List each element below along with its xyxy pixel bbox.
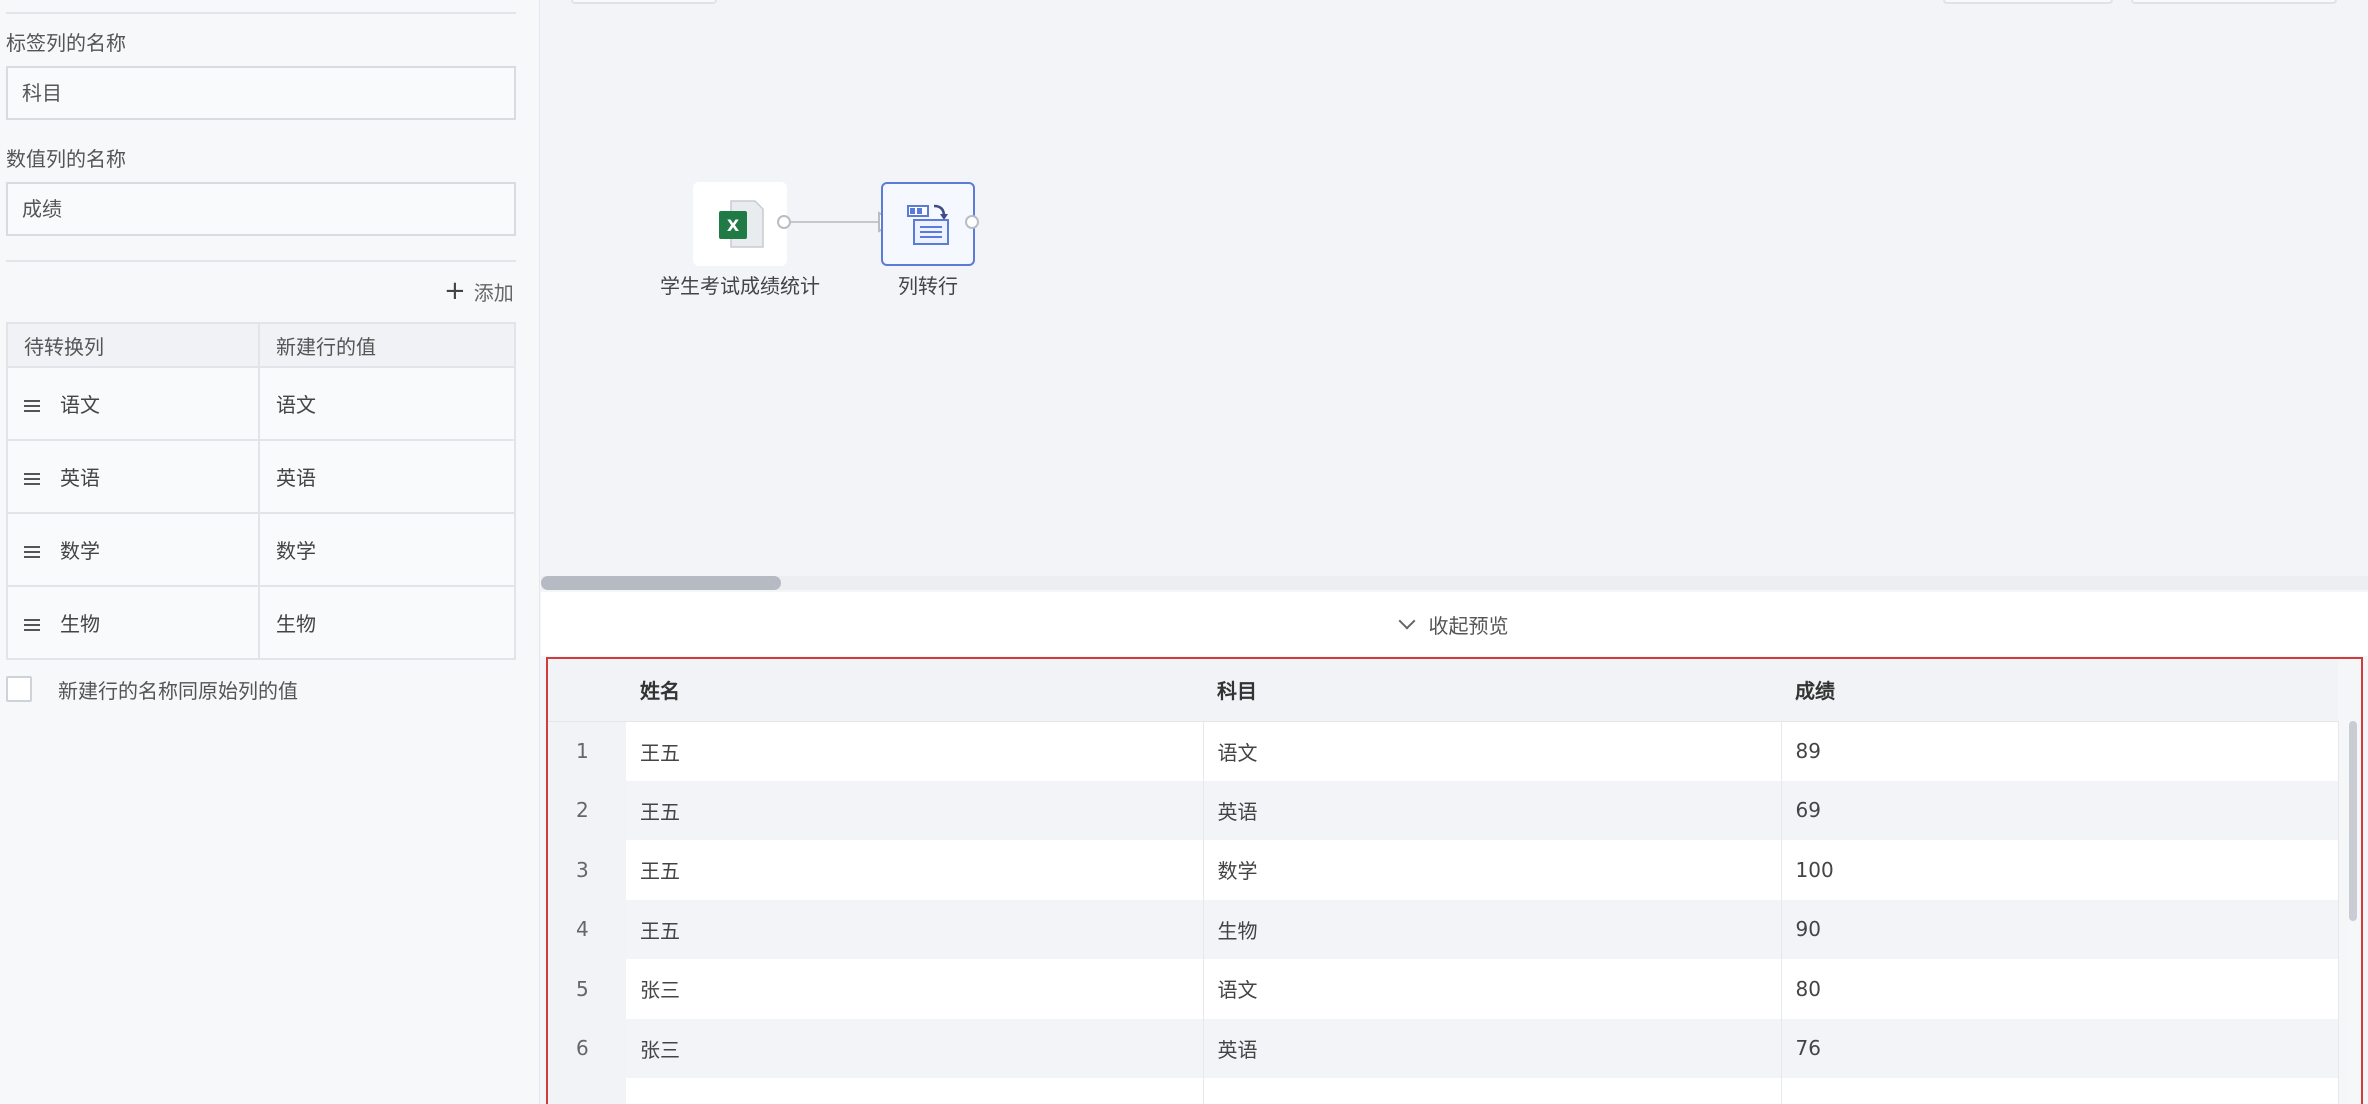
mapping-row[interactable]: 数学 数学 (6, 512, 516, 587)
column-header-subject[interactable]: 科目 (1203, 659, 1781, 722)
mapping-value-cell[interactable]: 生物 (258, 585, 516, 660)
preview-table: 姓名 科目 成绩 1 王五 语文 89 2 王五 英语 69 3 王五 数学 1… (548, 659, 2339, 1104)
row-index: 5 (548, 959, 626, 1019)
column-to-row-node-label: 列转行 (898, 274, 958, 298)
add-label: 添加 (473, 280, 514, 305)
mapping-source-cell[interactable]: 数学 (6, 512, 260, 587)
value-column-title: 数值列的名称 (6, 147, 126, 171)
label-column-title: 标签列的名称 (6, 31, 126, 55)
canvas-scrollbar-track[interactable] (541, 576, 2368, 590)
value-column-input[interactable]: 成绩 (6, 182, 516, 236)
plus-icon: + (444, 276, 466, 306)
output-port[interactable] (777, 215, 791, 229)
index-header (548, 659, 626, 722)
excel-source-node[interactable]: X (693, 182, 787, 266)
cell-subject: 语文 (1203, 959, 1782, 1019)
same-name-option[interactable]: 新建行的名称同原始列的值 (6, 674, 298, 704)
cell-score: 76 (1781, 1018, 2339, 1078)
chevron-down-icon (1398, 612, 1415, 630)
same-name-checkbox-label: 新建行的名称同原始列的值 (58, 678, 298, 703)
row-index: 4 (548, 899, 626, 959)
preview-table-panel: 姓名 科目 成绩 1 王五 语文 89 2 王五 英语 69 3 王五 数学 1… (546, 657, 2363, 1104)
mapping-source-label: 生物 (60, 612, 100, 636)
cell-score (1781, 1078, 2339, 1104)
svg-text:X: X (727, 216, 740, 235)
cell-score: 100 (1781, 840, 2339, 900)
table-row: 3 王五 数学 100 (548, 840, 2339, 900)
table-row: 6 张三 英语 76 (548, 1018, 2339, 1078)
mapping-source-cell[interactable]: 英语 (6, 439, 260, 514)
mapping-source-label: 数学 (60, 539, 100, 563)
divider (6, 12, 516, 14)
excel-file-icon: X (719, 200, 764, 248)
mapping-row[interactable]: 生物 生物 (6, 585, 516, 660)
cell-score: 80 (1781, 959, 2339, 1019)
toolbar-button[interactable] (1943, 0, 2113, 4)
table-row: 2 王五 英语 69 (548, 780, 2339, 840)
column-to-row-node[interactable] (881, 182, 975, 266)
cell-name: 王五 (626, 840, 1204, 900)
cell-subject: 英语 (1203, 1018, 1782, 1078)
mapping-row[interactable]: 英语 英语 (6, 439, 516, 514)
cell-name: 王五 (626, 899, 1204, 959)
cell-subject (1203, 1078, 1782, 1104)
row-index: 2 (548, 780, 626, 840)
cell-name: 王五 (626, 721, 1204, 781)
canvas-scrollbar-thumb[interactable] (541, 576, 781, 590)
table-row: 1 王五 语文 89 (548, 721, 2339, 781)
cell-name: 张三 (626, 1018, 1204, 1078)
row-index: 1 (548, 721, 626, 781)
mapping-value-cell[interactable]: 语文 (258, 366, 516, 441)
cell-subject: 语文 (1203, 721, 1782, 781)
cell-name (626, 1078, 1204, 1104)
cell-score: 69 (1781, 780, 2339, 840)
config-panel: 标签列的名称 科目 数值列的名称 成绩 + 添加 待转换列 新建行的值 语文 语… (0, 0, 540, 1104)
mapping-row[interactable]: 语文 语文 (6, 366, 516, 441)
drag-handle-icon[interactable] (24, 546, 40, 559)
add-mapping-button[interactable]: + 添加 (444, 276, 514, 306)
divider (6, 260, 516, 262)
cell-subject: 生物 (1203, 899, 1782, 959)
toolbar-button[interactable] (571, 0, 717, 4)
row-index: 3 (548, 840, 626, 900)
column-mapping-table: 待转换列 新建行的值 语文 语文 英语 英语 数学 数学 生物 生物 (6, 322, 516, 660)
toolbar-button[interactable] (2131, 0, 2337, 4)
drag-handle-icon[interactable] (24, 619, 40, 632)
drag-handle-icon[interactable] (24, 473, 40, 486)
table-row (548, 1078, 2339, 1104)
mapping-source-cell[interactable]: 语文 (6, 366, 260, 441)
column-header-score[interactable]: 成绩 (1781, 659, 2338, 722)
mapping-value-cell[interactable]: 数学 (258, 512, 516, 587)
column-to-row-icon (907, 204, 949, 245)
cell-score: 90 (1781, 899, 2339, 959)
cell-name: 张三 (626, 959, 1204, 1019)
mapping-source-cell[interactable]: 生物 (6, 585, 260, 660)
excel-source-node-label: 学生考试成绩统计 (660, 274, 820, 298)
table-row: 4 王五 生物 90 (548, 899, 2339, 959)
cell-score: 89 (1781, 721, 2339, 781)
label-column-input[interactable]: 科目 (6, 66, 516, 120)
table-row: 5 张三 语文 80 (548, 959, 2339, 1019)
cell-subject: 英语 (1203, 780, 1782, 840)
cell-name: 王五 (626, 780, 1204, 840)
preview-scrollbar-thumb[interactable] (2349, 721, 2357, 921)
mapping-source-label: 英语 (60, 466, 100, 490)
mapping-header-source: 待转换列 (6, 322, 260, 368)
row-index: 6 (548, 1018, 626, 1078)
cell-subject: 数学 (1203, 840, 1782, 900)
column-header-name[interactable]: 姓名 (626, 659, 1203, 722)
output-port[interactable] (965, 215, 979, 229)
mapping-value-cell[interactable]: 英语 (258, 439, 516, 514)
collapse-preview-label: 收起预览 (1428, 613, 1509, 638)
mapping-source-label: 语文 (60, 393, 100, 417)
drag-handle-icon[interactable] (24, 400, 40, 413)
mapping-header-value: 新建行的值 (258, 322, 516, 368)
flow-canvas[interactable]: X 学生考试成绩统计 列转行 (541, 0, 2368, 590)
collapse-preview-toggle[interactable]: 收起预览 (541, 592, 2368, 656)
row-index (548, 1078, 626, 1104)
same-name-checkbox[interactable] (6, 676, 32, 702)
